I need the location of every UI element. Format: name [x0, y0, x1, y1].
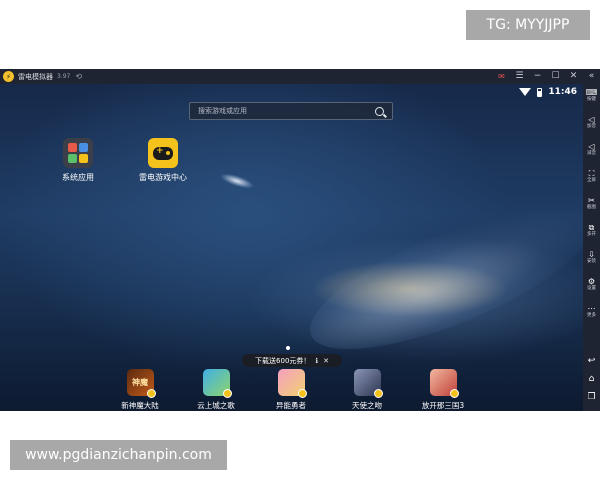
sidebar-item-label: 设置: [587, 286, 596, 291]
volume-up-icon: ◁: [588, 115, 595, 124]
wifi-icon: [519, 88, 532, 96]
sidebar-item-keyboard[interactable]: ⌨ 按键: [583, 88, 600, 103]
app-title: 雷电模拟器: [18, 72, 53, 81]
app-icon: 神魔: [126, 369, 156, 398]
sidebar-item-fullscreen[interactable]: ⛶ 全屏: [583, 169, 600, 184]
desktop-icon-game-center[interactable]: 雷电游戏中心: [128, 138, 198, 183]
desktop-icon-label: 系统应用: [62, 173, 94, 182]
game-center-icon: [148, 138, 178, 168]
page-dot: [286, 346, 290, 350]
app-badge-icon: [297, 389, 307, 398]
sidebar-item-label: 多开: [587, 232, 596, 237]
sidebar-item-label: 截图: [587, 205, 596, 210]
watermark-tg: TG: MYYJJPP: [466, 10, 590, 40]
sidebar-item-screenshot[interactable]: ✂ 截图: [583, 196, 600, 211]
app-label: 云上城之歌: [197, 401, 235, 410]
gamepad-glyph: [153, 146, 173, 160]
sidebar-item-label: 全屏: [587, 178, 596, 183]
app-label: 新神魔大陆: [121, 401, 159, 410]
expand-icon[interactable]: «: [587, 69, 596, 84]
dock-app-fangkainasanguo[interactable]: 放开那三国3: [408, 369, 478, 411]
sidebar-item-install[interactable]: ⇩ 安装: [583, 250, 600, 265]
settings-icon: ⚙: [587, 277, 596, 286]
system-apps-icon: [63, 138, 93, 168]
sidebar-item-label: 减音: [587, 151, 596, 156]
app-badge-icon: [222, 389, 232, 398]
menu-icon[interactable]: ☰: [515, 69, 524, 84]
close-icon[interactable]: ✕: [569, 69, 578, 84]
app-badge-icon: [146, 389, 156, 398]
app-version: 3.97: [57, 73, 71, 80]
keyboard-icon: ⌨: [585, 88, 598, 97]
window-controls: ✉ ☰ − ☐ ✕ «: [497, 69, 596, 84]
desktop-icon-label: 雷电游戏中心: [139, 173, 187, 182]
status-bar: 11:46: [519, 87, 577, 97]
recent-icon[interactable]: ❐: [583, 392, 600, 402]
wallpaper-small-galaxy: [219, 170, 255, 192]
mail-icon[interactable]: ✉: [497, 69, 506, 84]
volume-down-icon: ◁: [588, 142, 595, 151]
sidebar-item-label: 加音: [587, 124, 596, 129]
app-icon: [277, 369, 307, 398]
app-label: 天使之吻: [352, 401, 382, 410]
sidebar-item-multi-instance[interactable]: ⧉ 多开: [583, 223, 600, 238]
app-icon: [429, 369, 459, 398]
home-icon[interactable]: ⌂: [583, 374, 600, 384]
android-screen: 11:46 系统应用 雷电游戏中心: [0, 84, 600, 411]
wallpaper-galaxy: [294, 181, 600, 377]
app-badge-icon: [449, 389, 459, 398]
sidebar-item-more[interactable]: ⋯ 更多: [583, 304, 600, 319]
dock-app-yunshangcheng[interactable]: 云上城之歌: [181, 369, 251, 411]
app-badge-icon: [373, 389, 383, 398]
install-icon: ⇩: [588, 250, 595, 259]
sidebar-item-label: 安装: [587, 259, 596, 264]
fullscreen-icon: ⛶: [588, 169, 595, 178]
search-bar[interactable]: [189, 102, 393, 120]
maximize-icon[interactable]: ☐: [551, 69, 560, 84]
app-icon: [202, 369, 232, 398]
app-logo-icon: ⚡: [3, 71, 14, 82]
sidebar-item-label: 更多: [587, 313, 596, 318]
sidebar-item-volume-down[interactable]: ◁ 减音: [583, 142, 600, 157]
app-icon: [353, 369, 383, 398]
sidebar-item-label: 按键: [587, 97, 596, 102]
dock-app-xinshenmo[interactable]: 神魔 新神魔大陆: [105, 369, 175, 411]
emulator-window: ⚡ 雷电模拟器 3.97 ⟲ ✉ ☰ − ☐ ✕ « 11:46 搜索游戏或应用…: [0, 69, 600, 411]
emulator-sidebar: ⌨ 按键 ◁ 加音 ◁ 减音 ⛶ 全屏 ✂ 截图 ⧉ 多开 ⇩ 安装 ⚙ 设置 …: [583, 84, 600, 411]
app-label: 放开那三国3: [421, 401, 465, 410]
desktop-icon-system-apps[interactable]: 系统应用: [43, 138, 113, 183]
search-icon[interactable]: [375, 106, 384, 116]
search-input[interactable]: [198, 107, 375, 115]
page-indicator: [286, 346, 290, 350]
multi-instance-icon: ⧉: [588, 223, 595, 232]
sidebar-item-volume-up[interactable]: ◁ 加音: [583, 115, 600, 130]
dock-app-tianshizhiwen[interactable]: 天使之吻: [332, 369, 402, 411]
scissors-icon: ✂: [588, 196, 595, 205]
promo-text: 下载送600元券！: [255, 356, 311, 365]
battery-icon: [537, 87, 543, 97]
promo-close-icon[interactable]: ✕: [323, 357, 329, 365]
title-bar: ⚡ 雷电模拟器 3.97 ⟲ ✉ ☰ − ☐ ✕ «: [0, 69, 600, 84]
app-label: 异能勇者: [276, 401, 306, 410]
gamepad-icon[interactable]: ⟲: [75, 72, 82, 81]
more-icon: ⋯: [587, 304, 596, 313]
sidebar-item-settings[interactable]: ⚙ 设置: [583, 277, 600, 292]
app-tile-text: 神魔: [132, 378, 148, 387]
info-icon[interactable]: ℹ: [315, 357, 318, 365]
page: TG: MYYJJPP ⚡ 雷电模拟器 3.97 ⟲ ✉ ☰ − ☐ ✕ « 1…: [0, 0, 600, 480]
minimize-icon[interactable]: −: [533, 69, 542, 84]
watermark-url: www.pgdianzichanpin.com: [10, 440, 227, 470]
back-icon[interactable]: ↩: [583, 356, 600, 366]
clock: 11:46: [548, 87, 577, 97]
promo-banner[interactable]: 下载送600元券！ ℹ ✕: [242, 354, 342, 367]
dock-app-yinengyongzhe[interactable]: 异能勇者: [256, 369, 326, 411]
